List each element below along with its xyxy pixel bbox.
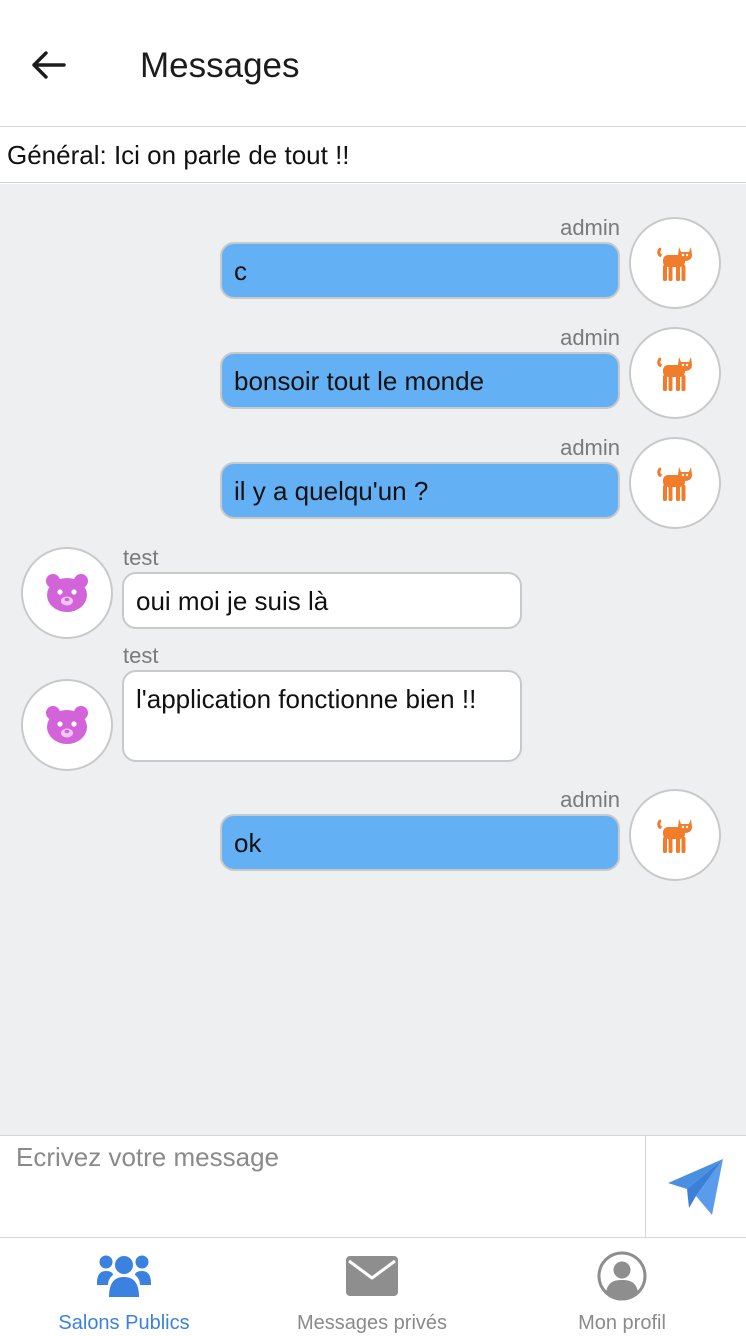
cat-icon (657, 467, 692, 501)
message-bubble: ok (220, 814, 620, 871)
back-button[interactable] (26, 44, 70, 86)
message-sender: admin (560, 215, 620, 240)
avatar (21, 547, 113, 639)
cat-icon (657, 247, 692, 281)
message-sender: test (123, 643, 159, 668)
bear-icon (46, 706, 88, 744)
tab-label: Mon profil (578, 1312, 666, 1334)
message-input[interactable] (0, 1136, 645, 1237)
message-bubble: oui moi je suis là (122, 572, 522, 629)
user-circle-icon (597, 1251, 647, 1301)
message-sender: test (123, 545, 159, 570)
tab-label: Salons Publics (58, 1312, 190, 1334)
avatar (629, 437, 721, 529)
send-button[interactable] (645, 1136, 746, 1237)
bear-icon (46, 574, 88, 612)
message-bubble: bonsoir tout le monde (220, 352, 620, 409)
tab-public-rooms[interactable]: Salons Publics (0, 1238, 248, 1336)
avatar (629, 327, 721, 419)
cat-icon (657, 819, 692, 853)
app-header: Messages (0, 0, 746, 127)
message-composer (0, 1135, 746, 1237)
cat-icon (657, 357, 692, 391)
message-sender: admin (560, 787, 620, 812)
message-bubble: l'application fonctionne bien !! (122, 670, 522, 762)
tab-private-messages[interactable]: Messages privés (248, 1238, 496, 1336)
tab-label: Messages privés (296, 1312, 448, 1334)
message-list[interactable]: admin c admin bonsoir tout le monde admi… (0, 184, 746, 1135)
avatar (21, 679, 113, 771)
room-info-bar: Général: Ici on parle de tout !! (0, 127, 746, 183)
room-description: Général: Ici on parle de tout !! (7, 140, 350, 170)
send-icon (668, 1158, 723, 1215)
bottom-tab-bar: Salons Publics Messages privés Mon profi… (0, 1237, 746, 1336)
envelope-icon (346, 1256, 398, 1296)
avatar (629, 217, 721, 309)
arrow-left-icon (32, 51, 66, 79)
message-bubble: il y a quelqu'un ? (220, 462, 620, 519)
message-bubble: c (220, 242, 620, 299)
page-title: Messages (140, 46, 300, 85)
message-sender: admin (560, 325, 620, 350)
tab-my-profile[interactable]: Mon profil (498, 1238, 746, 1336)
users-icon (97, 1255, 151, 1297)
avatar (629, 789, 721, 881)
message-sender: admin (560, 435, 620, 460)
